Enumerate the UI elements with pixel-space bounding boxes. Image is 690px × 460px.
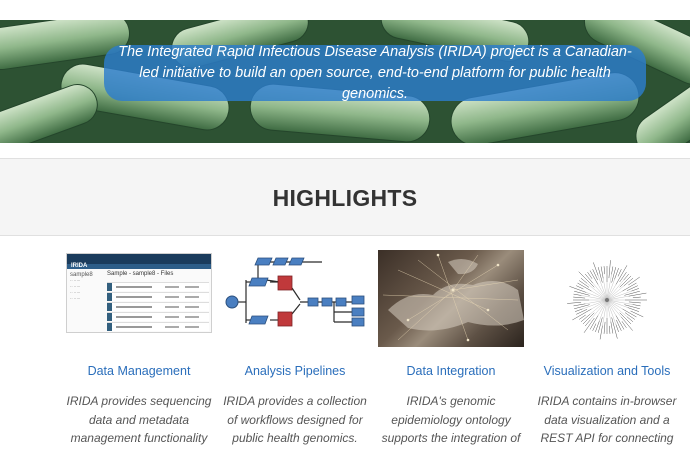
irida-screenshot-image: IRIDA sample8 ·· ····· ·· ····· ·· ····· ·· … bbox=[66, 253, 212, 333]
card-analysis-pipelines: Analysis Pipelines IRIDA provides a coll… bbox=[216, 250, 374, 448]
card-visualization-tools: Visualization and Tools IRIDA contains i… bbox=[528, 250, 686, 448]
data-integration-link[interactable]: Data Integration bbox=[372, 364, 530, 378]
hero-text: The Integrated Rapid Infectious Disease … bbox=[118, 43, 632, 102]
card-data-integration: Data Integration IRIDA's genomic epidemi… bbox=[372, 250, 530, 448]
data-integration-thumbnail bbox=[378, 250, 524, 350]
thumb-page-title: Sample - sample8 - Files bbox=[107, 271, 174, 277]
analysis-pipelines-description: IRIDA provides a collection of workflows… bbox=[223, 394, 367, 445]
map-photo-image bbox=[378, 250, 524, 347]
visualization-thumbnail bbox=[534, 250, 680, 350]
card-data-management: IRIDA sample8 ·· ····· ·· ····· ·· ····· ·· … bbox=[60, 250, 218, 448]
thumb-side-label: sample8 bbox=[70, 272, 93, 278]
visualization-tools-link[interactable]: Visualization and Tools bbox=[528, 364, 686, 378]
highlights-heading: HIGHLIGHTS bbox=[272, 185, 418, 211]
top-strip bbox=[0, 0, 690, 20]
analysis-pipelines-link[interactable]: Analysis Pipelines bbox=[216, 364, 374, 378]
workflow-diagram-image bbox=[225, 257, 365, 327]
analysis-pipelines-thumbnail bbox=[222, 250, 368, 350]
thumb-brand: IRIDA bbox=[71, 263, 88, 269]
data-integration-description: IRIDA's genomic epidemiology ontology su… bbox=[381, 394, 521, 445]
visualization-tools-description: IRIDA contains in-browser data visualiza… bbox=[537, 394, 677, 445]
highlights-band: HIGHLIGHTS bbox=[0, 158, 690, 236]
circular-tree-image bbox=[567, 260, 647, 340]
data-management-description: IRIDA provides sequencing data and metad… bbox=[66, 394, 212, 445]
hero-section: The Integrated Rapid Infectious Disease … bbox=[0, 0, 690, 143]
data-management-link[interactable]: Data Management bbox=[60, 364, 218, 378]
data-management-thumbnail: IRIDA sample8 ·· ····· ·· ····· ·· ····· ·· … bbox=[66, 250, 212, 350]
hero-banner: The Integrated Rapid Infectious Disease … bbox=[104, 44, 646, 102]
